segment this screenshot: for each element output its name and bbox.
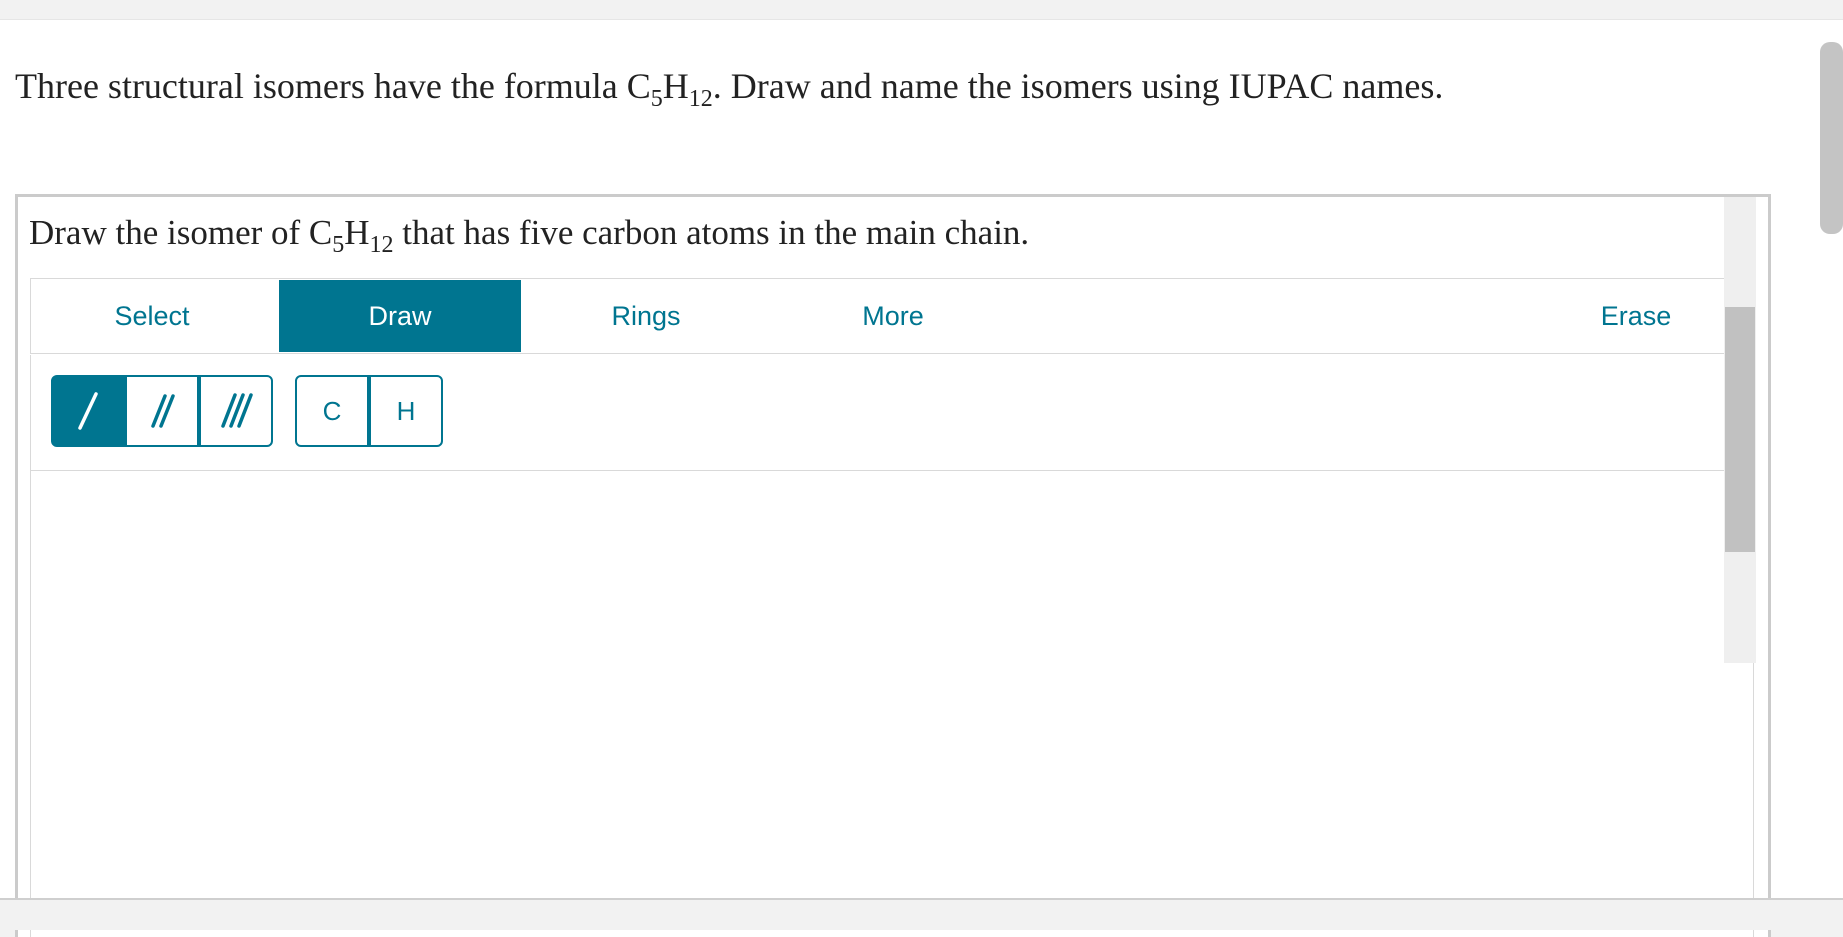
- formula-subscript-carbon: 5: [650, 86, 663, 112]
- bottom-strip: [0, 898, 1843, 930]
- triple-bond-button[interactable]: [199, 375, 273, 447]
- tab-select[interactable]: Select: [31, 280, 273, 352]
- hydrogen-atom-label: H: [396, 395, 416, 426]
- prompt-subscript-carbon: 5: [332, 232, 345, 258]
- prompt-tail: that has five carbon atoms in the main c…: [393, 213, 1030, 252]
- double-bond-button[interactable]: [125, 375, 199, 447]
- top-strip: [0, 0, 1843, 20]
- drawing-canvas[interactable]: [30, 471, 1754, 937]
- tab-rings[interactable]: Rings: [525, 280, 767, 352]
- erase-button[interactable]: Erase: [1520, 280, 1752, 352]
- tab-more[interactable]: More: [772, 280, 1014, 352]
- carbon-atom-button[interactable]: C: [295, 375, 369, 447]
- prompt-subscript-hydrogen: 12: [369, 232, 394, 258]
- editor-toolbar: Select Draw Rings More Erase: [30, 278, 1754, 354]
- canvas-scrollbar-thumb[interactable]: [1725, 307, 1755, 552]
- prompt-hydrogen: H: [344, 213, 370, 252]
- question-page: Three structural isomers have the formul…: [0, 20, 1843, 937]
- double-bond-icon: [151, 394, 175, 428]
- question-text-tail: . Draw and name the isomers using IUPAC …: [712, 66, 1444, 106]
- hydrogen-atom-button[interactable]: H: [369, 375, 443, 447]
- single-bond-button[interactable]: [51, 375, 125, 447]
- formula-subscript-hydrogen: 12: [688, 86, 713, 112]
- formula-hydrogen: H: [662, 66, 689, 106]
- drawing-panel: Draw the isomer of C5H12 that has five c…: [15, 194, 1771, 937]
- drawing-prompt: Draw the isomer of C5H12 that has five c…: [29, 211, 1030, 258]
- page-scrollbar-thumb[interactable]: [1820, 42, 1843, 234]
- triple-bond-icon: [221, 393, 253, 428]
- tab-draw[interactable]: Draw: [279, 280, 521, 352]
- draw-tools: C H: [30, 355, 1754, 471]
- question-text-lead: Three structural isomers have the formul…: [15, 66, 651, 106]
- single-bond-icon: [78, 392, 98, 430]
- carbon-atom-label: C: [322, 395, 342, 426]
- prompt-lead: Draw the isomer of C: [29, 213, 333, 252]
- question-text: Three structural isomers have the formul…: [15, 64, 1444, 111]
